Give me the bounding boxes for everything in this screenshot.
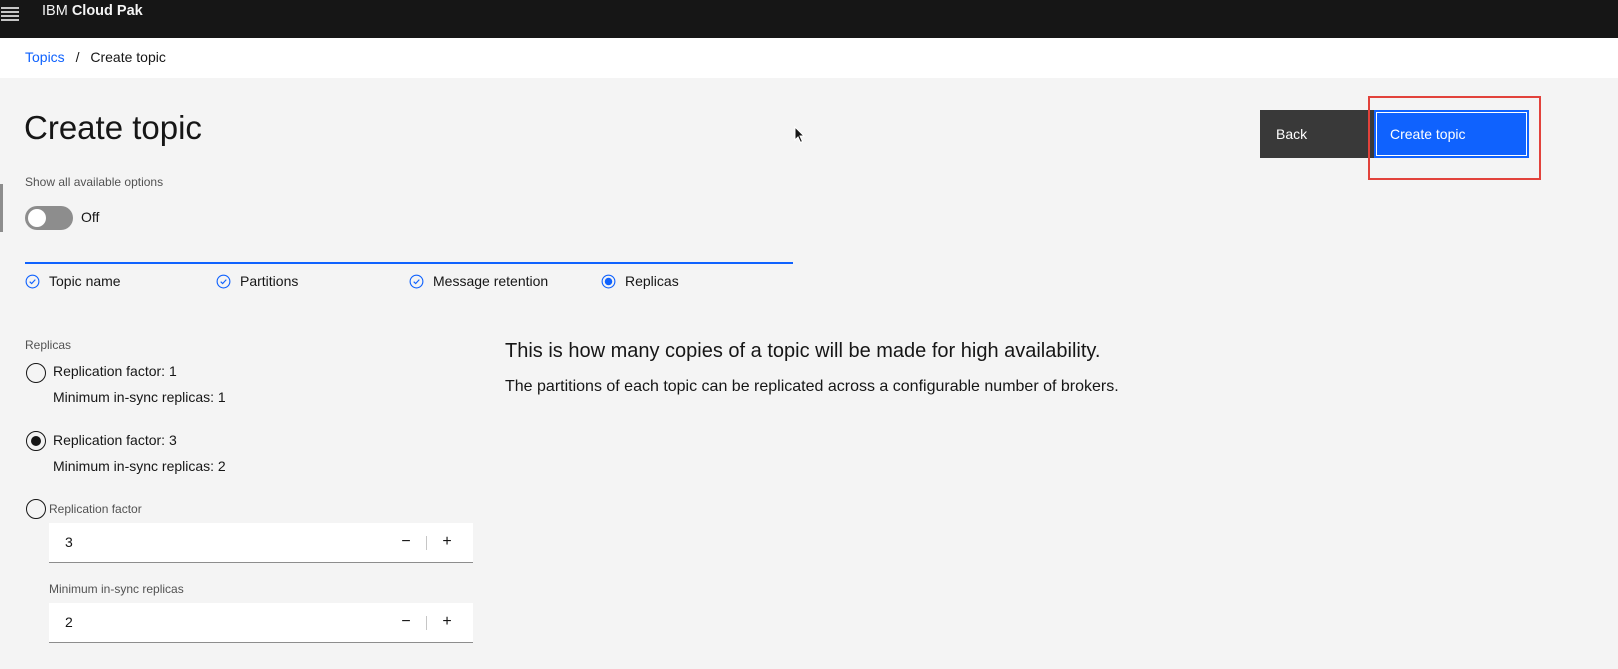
- stepper-divider: [426, 616, 427, 630]
- page-title: Create topic: [24, 109, 202, 146]
- replication-factor-number-input[interactable]: 3 − +: [49, 523, 473, 563]
- highlight-annotation-box: [1368, 96, 1541, 180]
- min-insync-number-input[interactable]: 2 − +: [49, 603, 473, 643]
- toggle-state-text: Off: [81, 209, 100, 225]
- step-replicas[interactable]: Replicas: [601, 272, 679, 290]
- min-insync-2-text: Minimum in-sync replicas: 2: [53, 458, 226, 474]
- replicas-description-title: This is how many copies of a topic will …: [505, 340, 1101, 362]
- brand-prefix: IBM: [42, 3, 68, 19]
- increment-button[interactable]: +: [435, 611, 459, 635]
- checkmark-circle-icon: [409, 274, 424, 288]
- toggle-knob: [28, 209, 46, 227]
- top-navigation-bar: IBM Cloud Pak: [0, 0, 1618, 38]
- breadcrumb-current: Create topic: [90, 49, 166, 65]
- step-label: Message retention: [433, 273, 549, 289]
- breadcrumb-bar: Topics / Create topic: [0, 38, 1618, 78]
- min-insync-1-text: Minimum in-sync replicas: 1: [53, 389, 226, 405]
- custom-replication-radio[interactable]: [26, 499, 46, 519]
- stepper-divider: [426, 536, 427, 550]
- mouse-cursor-icon: [794, 126, 806, 144]
- current-step-icon: [601, 274, 616, 288]
- breadcrumb: Topics / Create topic: [25, 49, 166, 65]
- checkmark-circle-icon: [216, 274, 231, 288]
- replicas-label: Replicas: [25, 338, 72, 352]
- step-message-retention[interactable]: Message retention: [409, 272, 548, 290]
- step-label: Partitions: [240, 273, 299, 289]
- decrement-button[interactable]: −: [394, 531, 418, 555]
- checkmark-circle-icon: [25, 274, 40, 288]
- step-partitions[interactable]: Partitions: [216, 272, 298, 290]
- replication-factor-1-text: Replication factor: 1: [53, 363, 177, 379]
- back-button[interactable]: Back: [1260, 110, 1374, 158]
- side-panel-handle[interactable]: [0, 184, 3, 232]
- replication-factor-3-radio[interactable]: [26, 431, 46, 451]
- step-label: Replicas: [625, 273, 679, 289]
- min-insync-field-label: Minimum in-sync replicas: [49, 582, 184, 596]
- min-insync-value[interactable]: 2: [65, 614, 73, 630]
- replicas-description-body: The partitions of each topic can be repl…: [505, 378, 1119, 395]
- breadcrumb-topics-link[interactable]: Topics: [25, 49, 65, 65]
- brand-name: Cloud Pak: [71, 3, 143, 19]
- show-options-label: Show all available options: [25, 175, 164, 189]
- hamburger-menu-icon[interactable]: [1, 7, 19, 21]
- increment-button[interactable]: +: [435, 531, 459, 555]
- replication-factor-3-text: Replication factor: 3: [53, 432, 177, 448]
- decrement-button[interactable]: −: [394, 611, 418, 635]
- breadcrumb-separator: /: [75, 49, 80, 65]
- replication-factor-value[interactable]: 3: [65, 534, 73, 550]
- progress-indicator-line: [25, 262, 793, 264]
- replication-factor-1-radio[interactable]: [26, 363, 46, 383]
- show-options-toggle[interactable]: [25, 206, 73, 230]
- step-topic-name[interactable]: Topic name: [25, 272, 121, 290]
- step-label: Topic name: [49, 273, 121, 289]
- replication-factor-field-label: Replication factor: [49, 502, 142, 516]
- brand-title[interactable]: IBM Cloud Pak: [42, 3, 143, 19]
